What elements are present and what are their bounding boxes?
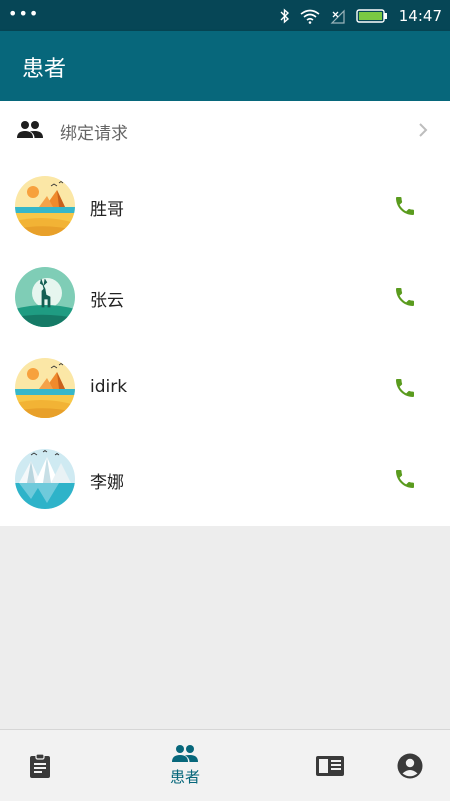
tab-patients-label: 患者 [169,768,200,786]
newspaper-icon [316,755,344,776]
phone-icon[interactable] [393,376,417,400]
phone-icon[interactable] [393,467,417,491]
bind-request-row[interactable]: 绑定请求 [0,101,450,161]
page-title: 患者 [22,57,67,82]
patient-row[interactable]: idirk [0,343,450,434]
wifi-icon [300,9,320,24]
group-icon [172,745,198,762]
patient-name: 胜哥 [90,200,124,220]
status-menu-dots: ••• [8,4,40,23]
phone-icon[interactable] [393,194,417,218]
deer-avatar [15,267,75,327]
mountain-avatar [15,449,75,509]
patient-row[interactable]: 李娜 [0,434,450,525]
tab-profile[interactable] [382,730,438,801]
bind-request-label: 绑定请求 [60,124,128,144]
clipboard-icon [30,752,50,778]
patient-name: 李娜 [90,473,124,493]
tab-news[interactable] [302,730,358,801]
status-bar: ••• 14:47 [0,0,450,31]
account-icon [397,753,423,778]
bluetooth-icon [280,8,290,24]
status-time: 14:47 [398,7,442,25]
patient-row[interactable]: 胜哥 [0,161,450,252]
patient-row[interactable]: 张云 [0,252,450,343]
tab-records[interactable] [12,730,68,801]
no-signal-icon [330,9,345,24]
group-icon [17,121,43,138]
battery-icon [356,9,387,23]
patient-list: 绑定请求 胜哥 张云 idirk 李娜 [0,101,450,526]
phone-icon[interactable] [393,285,417,309]
desert-avatar [15,358,75,418]
patient-name: idirk [90,377,128,397]
bottom-tab-bar: 患者 [0,729,450,801]
desert-avatar [15,176,75,236]
status-icons [280,8,388,24]
patient-name: 张云 [90,291,124,311]
chevron-right-icon [419,123,428,137]
tab-patients[interactable]: 患者 [155,730,215,801]
app-bar: 患者 [0,31,450,101]
